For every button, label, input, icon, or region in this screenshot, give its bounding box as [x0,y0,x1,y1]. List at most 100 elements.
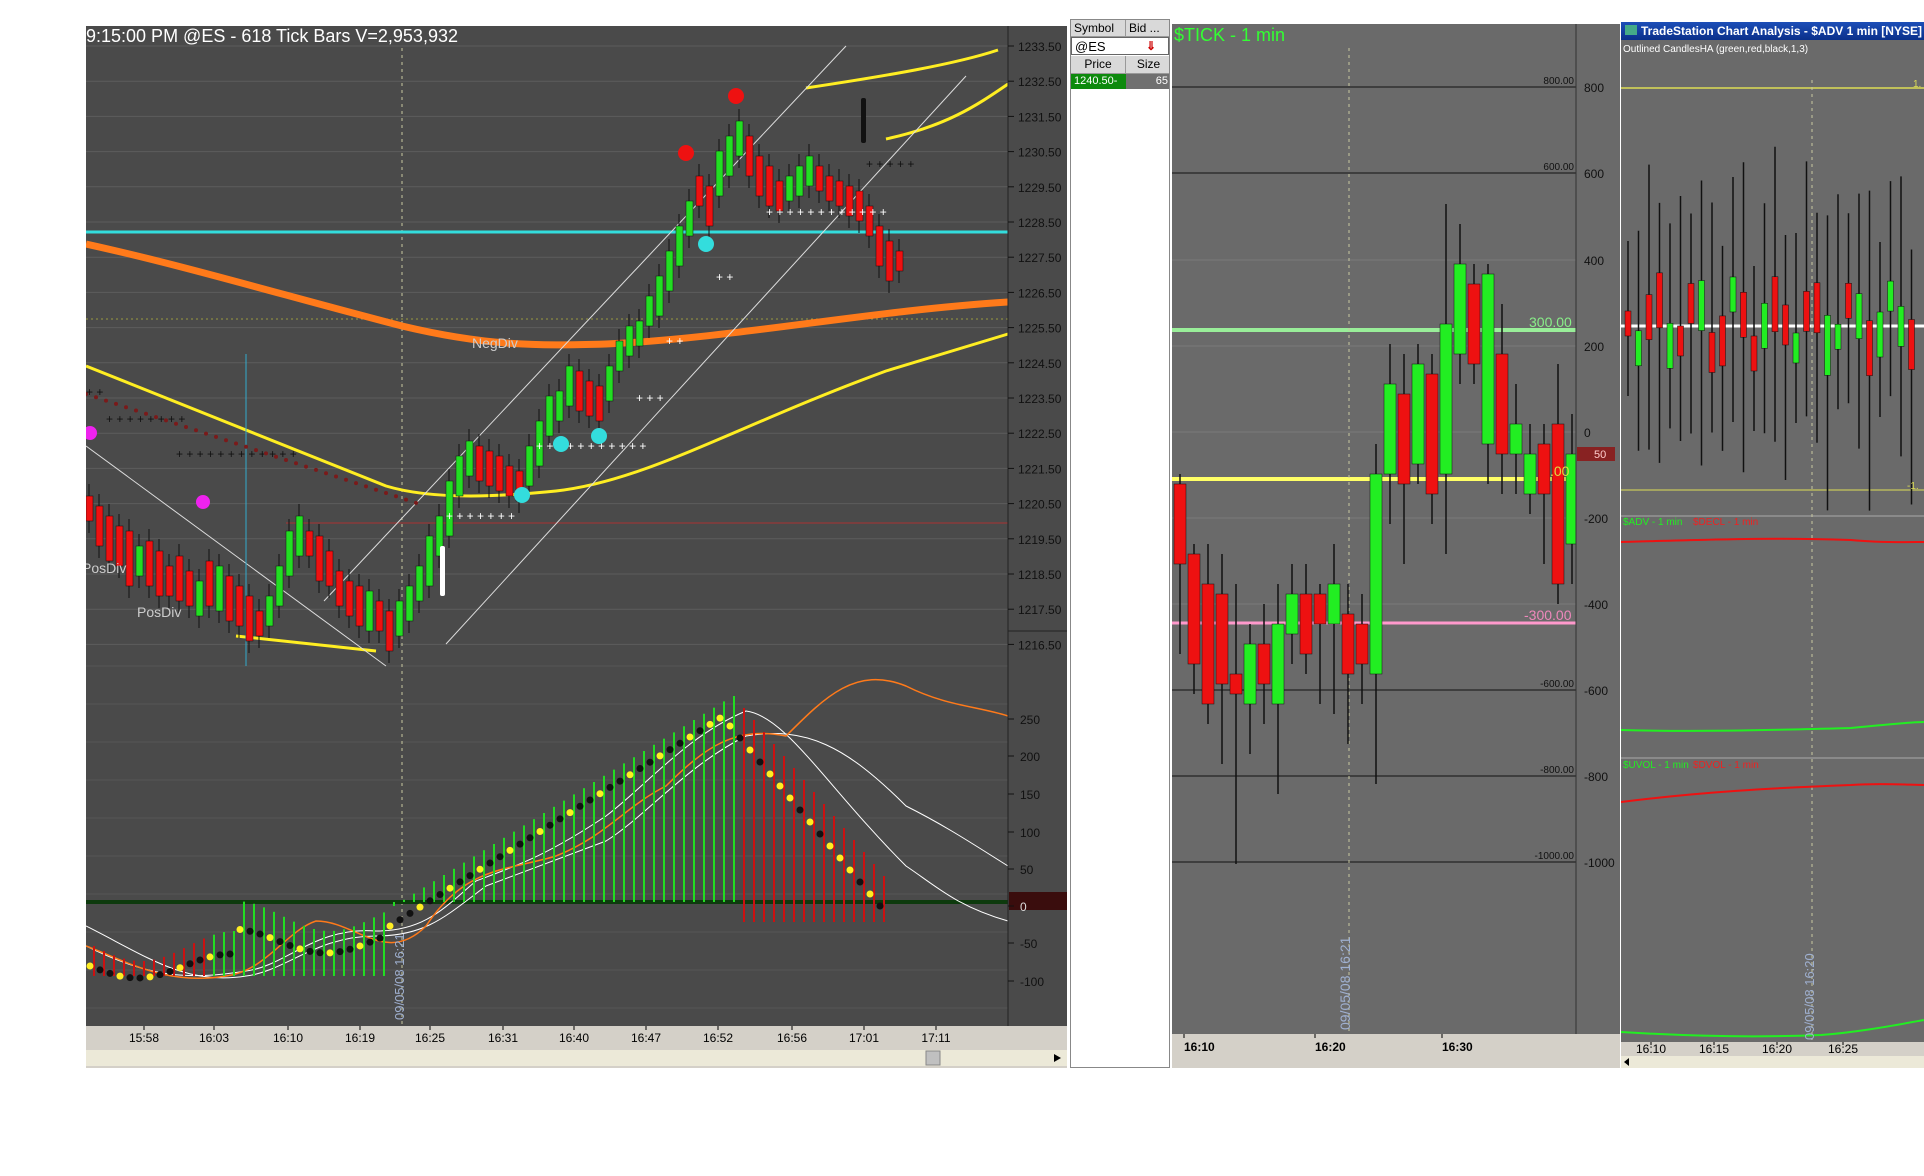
price-column-header[interactable]: Price [1071,56,1126,73]
tick-candle [1383,383,1397,475]
tick-axis-label: 800 [1584,81,1604,95]
osc-dot [256,930,264,938]
adv-candle [1803,291,1810,332]
tick-candle [1243,643,1257,705]
price-label: 1227.50 [1018,251,1062,265]
osc-label: 200 [1020,750,1040,764]
osc-dot [856,878,864,886]
osc-dot [676,739,684,747]
dom-size: 65 [1126,74,1169,89]
osc-dot [356,942,364,950]
osc-dot [166,967,174,975]
adv-candle [1897,306,1905,347]
adv-scrollbar[interactable] [1621,1056,1924,1068]
trail-dot [374,487,378,492]
price-label: 1221.50 [1018,462,1062,476]
tick-candle [1481,273,1495,445]
price-candle [95,505,104,547]
osc-dot [806,818,814,826]
quote-window[interactable]: Symbol Bid ... @ES ⇓ Price Size 1240.50-… [1070,19,1170,1068]
trail-dot [354,481,358,486]
price-candle [375,600,384,632]
tick-time-label: 16:20 [1315,1040,1346,1054]
osc-dot [206,953,214,961]
osc-dot [246,927,254,935]
adv-candle [1824,315,1831,376]
osc-dot [286,941,294,949]
tick-candle [1425,373,1439,495]
es-chart-canvas[interactable]: + + + + + + + + + + + + + + + + + + + + + +… [86,26,1067,1068]
osc-dot [736,734,744,742]
price-candle [305,530,314,557]
osc-dot [456,878,464,886]
price-candle [725,135,734,177]
orange-ma [86,240,1009,349]
price-candle [675,225,684,267]
price-candle [235,585,244,627]
osc-dot [756,758,764,766]
adv-candle [1761,303,1768,349]
osc-dot [156,971,164,979]
osc-dot [576,802,584,810]
price-candle [895,250,904,272]
neg-div-label: NegDiv [472,335,518,351]
tick-candle [1551,423,1565,585]
adv-chart-window[interactable]: TradeStation Chart Analysis - $ADV 1 min… [1621,22,1924,1068]
size-column-header[interactable]: Size [1126,56,1169,73]
osc-dot [186,960,194,968]
osc-dot [196,956,204,964]
adv-title-bar[interactable]: TradeStation Chart Analysis - $ADV 1 min… [1621,22,1924,40]
price-candle [585,380,594,417]
osc-dot [396,916,404,924]
osc-dot [766,770,774,778]
trail-dot [384,491,388,495]
symbol-input[interactable]: @ES ⇓ [1071,37,1169,55]
tick-candle [1523,453,1537,495]
price-candle [455,455,464,497]
bid-column-header[interactable]: Bid ... [1126,20,1169,36]
price-candle [795,165,804,197]
price-label: 1223.50 [1018,392,1062,406]
tick-axis-label: 200 [1584,340,1604,354]
osc-dot [776,782,784,790]
pivot-mark-row-dark: + + + + + [866,157,914,171]
tick-grid-label: 800.00 [1543,76,1574,87]
es-chart-panel[interactable]: + + + + + + + + + + + + + + + + + + + + + +… [86,26,1067,1068]
tick-candle [1299,593,1313,655]
price-candle [525,445,534,487]
trail-dot [394,494,398,499]
tick-axis-label: -200 [1584,512,1608,526]
osc-dot [726,722,734,730]
osc-dot [176,964,184,972]
tick-chart-panel[interactable]: 800.00 600.00 -600.00 -800.00 -1000.00 300.0… [1172,24,1620,1068]
tick-axis-label: 400 [1584,254,1604,268]
adv-candle [1908,319,1915,370]
osc-dot [606,783,614,791]
osc-dot [416,903,424,911]
price-candle [635,320,644,347]
tick-candle [1509,423,1523,455]
osc-dot [506,846,514,854]
tick-axis-label: 600 [1584,167,1604,181]
tick-upper-label: 300.00 [1529,314,1572,330]
tick-candle [1355,623,1369,665]
es-scrollbar[interactable] [86,1050,1067,1066]
trail-dot [254,448,258,453]
price-candle [885,240,894,282]
osc-dot [126,974,134,982]
time-label: 17:11 [921,1031,950,1045]
es-scrollbar-thumb[interactable] [925,1050,941,1066]
trail-dot [124,405,128,410]
price-label: 1229.50 [1018,181,1062,195]
adv-time-label: 16:10 [1636,1042,1666,1056]
trail-dot [174,421,178,426]
osc-dot [276,938,284,946]
adv-chart-canvas[interactable]: Outlined CandlesHA (green,red,black,1,3)… [1621,40,1924,1068]
tick-chart-canvas[interactable]: 800.00600.00-600.00-800.00-1000.00 300.0… [1172,24,1620,1068]
price-candle [605,365,614,402]
price-candle [545,395,554,437]
osc-label: -50 [1020,937,1038,951]
symbol-column-header[interactable]: Symbol [1071,20,1126,36]
dom-price-row[interactable]: 1240.50- 65 [1071,74,1169,89]
trail-dot [334,474,338,479]
